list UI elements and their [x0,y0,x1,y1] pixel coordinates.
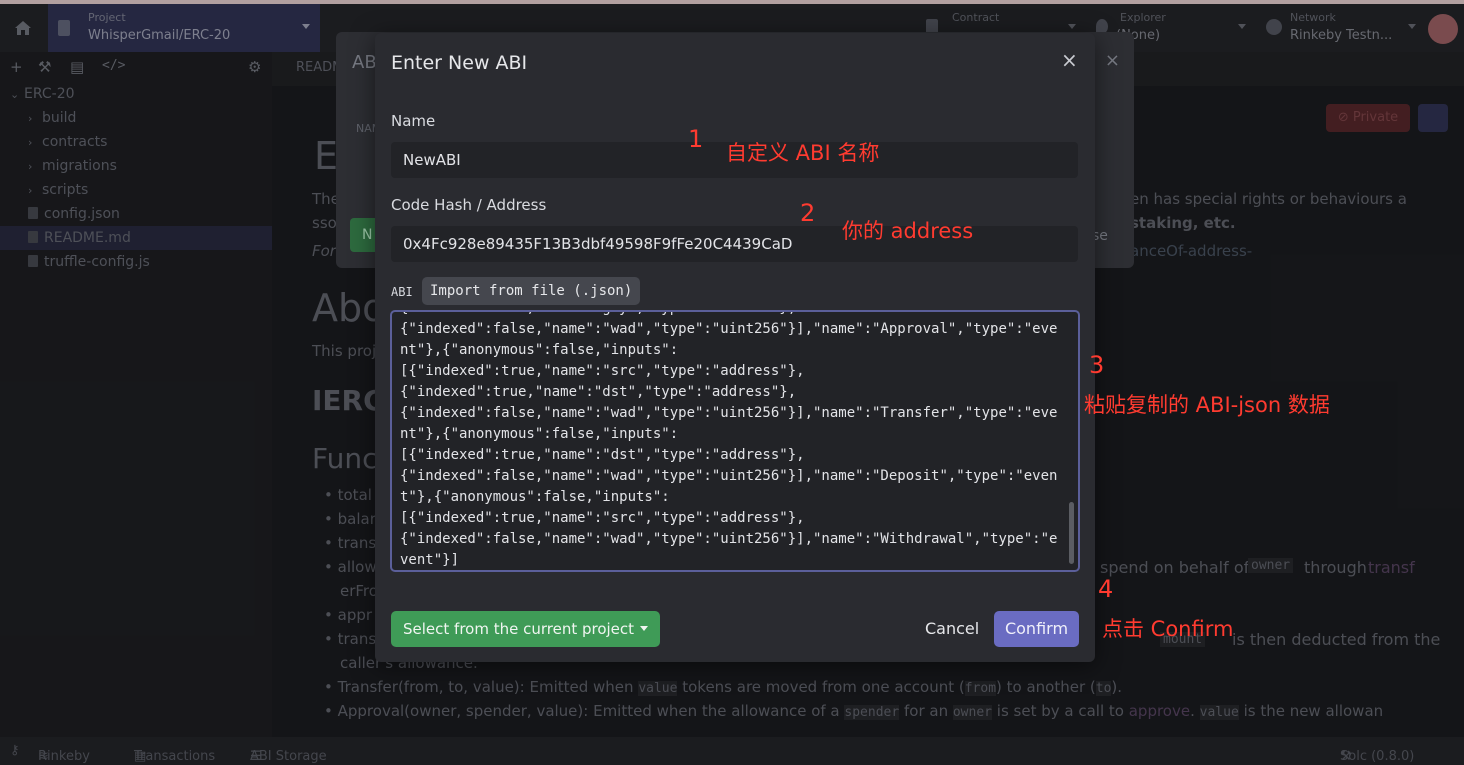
cancel-button[interactable]: Cancel [913,611,991,647]
name-label: Name [391,112,436,130]
annotation-number: 1 [688,125,704,153]
annotation-text: 点击 Confirm [1102,617,1234,641]
background-modal-title: AB [352,52,377,73]
import-from-file-button[interactable]: Import from file (.json) [422,277,641,305]
address-field[interactable] [391,226,1078,262]
chevron-down-icon [640,626,649,631]
select-from-project-button[interactable]: Select from the current project [391,611,661,647]
annotation-text: 粘贴复制的 ABI-json 数据 [1084,393,1330,417]
dialog-title: Enter New ABI [391,52,528,74]
annotation-number: 4 [1098,575,1114,603]
scrollbar[interactable] [1069,502,1074,564]
address-label: Code Hash / Address [391,196,547,214]
close-icon[interactable]: × [1105,50,1120,71]
annotation-number: 2 [800,199,816,227]
abi-label: ABI [391,285,413,299]
abi-textarea[interactable]: {"indexed":true,"name":"guy","type":"add… [390,310,1080,572]
close-icon[interactable]: × [1061,48,1078,72]
annotation-number: 3 [1089,351,1105,379]
confirm-button[interactable]: Confirm [994,611,1079,647]
abi-json-text: {"indexed":true,"name":"guy","type":"add… [400,312,1058,568]
select-from-project-label: Select from the current project [403,620,635,638]
annotation-text: 自定义 ABI 名称 [726,141,880,165]
enter-new-abi-dialog: Enter New ABI × Name Code Hash / Address… [375,33,1095,662]
annotation-text: 你的 address [842,219,974,243]
